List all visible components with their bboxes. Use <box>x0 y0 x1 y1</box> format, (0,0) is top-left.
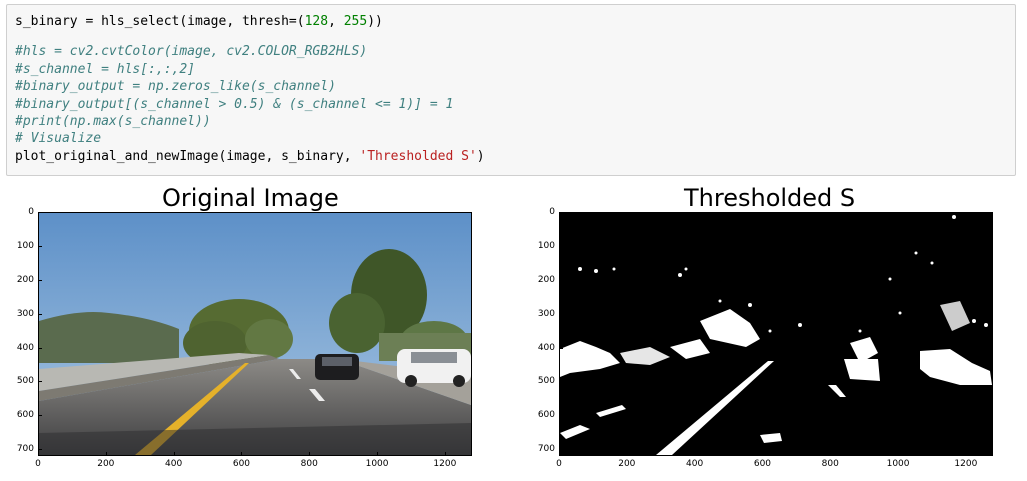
code-line: plot_original_and_newImage(image, s_bina… <box>15 148 1015 165</box>
original-y-tick <box>38 245 42 247</box>
code-line: #binary_output[(s_channel > 0.5) & (s_ch… <box>15 96 1015 113</box>
thresholded-y-tick-label: 600 <box>537 410 555 421</box>
original-y-tick <box>38 279 42 281</box>
thresholded-binary-image <box>560 213 992 455</box>
original-x-tick-label: 200 <box>97 459 115 469</box>
code-token: , <box>328 14 344 29</box>
original-y-tick-label: 200 <box>16 274 34 285</box>
thresholded-y-tick-label: 400 <box>537 342 555 353</box>
original-y-tick-label: 400 <box>16 342 34 353</box>
thresholded-x-tick <box>830 452 832 456</box>
original-y-tick-label: 500 <box>16 376 34 387</box>
original-x-tick-label: 1000 <box>365 459 389 469</box>
original-x-tick-label: 800 <box>300 459 318 469</box>
thresholded-y-tick-label: 100 <box>537 240 555 251</box>
code-token: s_binary = hls_select(image, thresh=( <box>15 14 305 29</box>
original-x-tick-label: 1200 <box>433 459 457 469</box>
thresholded-y-tick <box>559 212 563 213</box>
thresholded-y-tick-label: 300 <box>537 308 555 319</box>
code-token: #s_channel = hls[:,:,2] <box>15 61 196 77</box>
code-token: 255 <box>343 14 368 29</box>
original-y-tick-label: 100 <box>16 240 34 251</box>
code-line: #print(np.max(s_channel)) <box>15 113 1015 130</box>
thresholded-x-tick-label: 200 <box>618 459 636 469</box>
original-x-tick <box>309 452 311 456</box>
code-token: 128 <box>304 14 329 29</box>
original-x-tick <box>173 452 175 456</box>
thresholded-y-tick <box>559 415 563 417</box>
original-x-tick <box>241 452 243 456</box>
thresholded-y-tick-label: 0 <box>549 207 555 217</box>
original-y-tick <box>38 381 42 383</box>
thresholded-x-tick-label: 600 <box>753 459 772 469</box>
thresholded-x-tick <box>559 452 560 456</box>
original-y-tick-label: 600 <box>16 410 34 421</box>
original-x-tick-label: 400 <box>165 459 183 469</box>
thresholded-x-tick-label: 1000 <box>886 459 910 469</box>
original-road-image <box>39 213 471 455</box>
thresholded-x-tick <box>762 452 764 456</box>
thresholded-x-tick <box>626 452 628 456</box>
code-token: #print(np.max(s_channel)) <box>15 113 211 129</box>
original-y-tick <box>38 313 42 315</box>
original-y-tick-label: 0 <box>28 207 34 217</box>
thresholded-y-tick-label: 500 <box>537 376 555 387</box>
figure-title-thresholded: Thresholded S <box>684 184 856 212</box>
code-token: #hls = cv2.cvtColor(image, cv2.COLOR_RGB… <box>15 44 368 60</box>
code-cell[interactable]: s_binary = hls_select(image, thresh=(128… <box>6 4 1016 176</box>
code-token: ) <box>476 148 485 164</box>
thresholded-y-tick <box>559 245 563 247</box>
thresholded-x-tick <box>965 452 967 456</box>
thresholded-x-tick <box>694 452 696 456</box>
thresholded-y-tick <box>559 347 563 349</box>
code-token: 'Thresholded S' <box>359 148 477 164</box>
thresholded-y-tick-label: 700 <box>537 444 555 455</box>
code-line: #s_channel = hls[:,:,2] <box>15 61 1015 78</box>
code-line: #hls = cv2.cvtColor(image, cv2.COLOR_RGB… <box>15 43 1015 60</box>
thresholded-x-tick-label: 800 <box>821 459 839 469</box>
code-token: #binary_output[(s_channel > 0.5) & (s_ch… <box>15 96 454 112</box>
thresholded-x-tick-label: 400 <box>686 459 704 469</box>
original-y-tick <box>38 212 42 213</box>
original-y-tick <box>38 415 42 417</box>
thresholded-y-tick-label: 200 <box>537 274 555 285</box>
thresholded-image-axes <box>559 212 993 456</box>
original-y-tick <box>38 347 42 349</box>
original-x-tick <box>105 452 107 456</box>
original-y-tick-label: 300 <box>16 308 34 319</box>
original-x-tick <box>38 452 39 456</box>
original-x-tick-label: 600 <box>232 459 251 469</box>
original-x-tick-label: 0 <box>35 459 41 469</box>
original-image-axes <box>38 212 472 456</box>
thresholded-x-tick-label: 1200 <box>954 459 978 469</box>
thresholded-y-tick <box>559 381 563 383</box>
thresholded-x-tick-label: 0 <box>556 459 562 469</box>
code-line: # Visualize <box>15 130 1015 147</box>
thresholded-y-tick <box>559 313 563 315</box>
thresholded-x-tick <box>898 452 900 456</box>
thresholded-y-tick <box>559 449 563 451</box>
code-token: # Visualize <box>15 131 102 147</box>
original-x-tick <box>444 452 446 456</box>
original-x-tick <box>377 452 379 456</box>
original-y-tick <box>38 449 42 451</box>
code-line: s_binary = hls_select(image, thresh=(128… <box>15 13 1015 30</box>
thresholded-y-tick <box>559 279 563 281</box>
figure-title-original: Original Image <box>162 184 339 212</box>
code-line: #binary_output = np.zeros_like(s_channel… <box>15 78 1015 95</box>
code-token: )) <box>367 14 383 29</box>
original-y-tick-label: 700 <box>16 444 34 455</box>
code-token: #binary_output = np.zeros_like(s_channel… <box>15 79 336 95</box>
code-token: plot_original_and_newImage(image, s_bina… <box>15 148 360 164</box>
